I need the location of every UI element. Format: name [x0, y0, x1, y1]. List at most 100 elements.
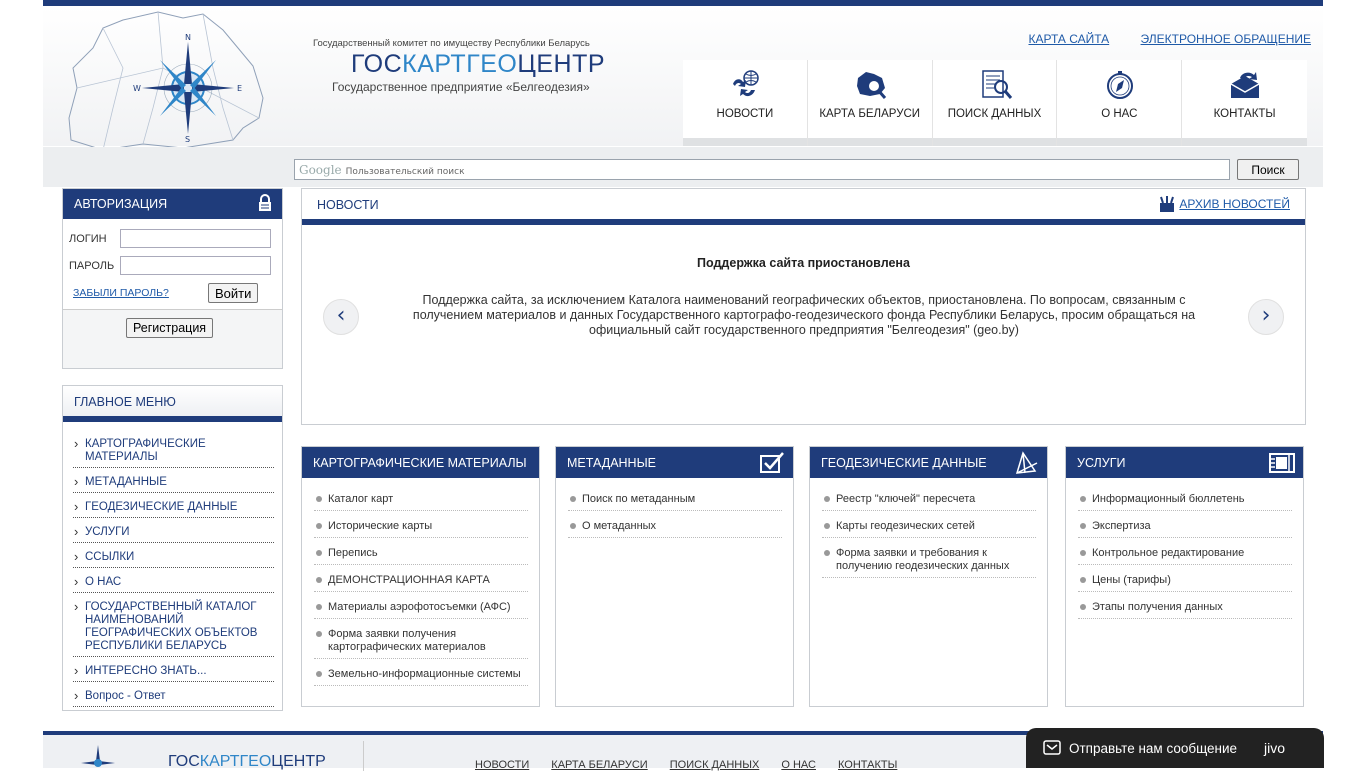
archive-icon: [1160, 196, 1174, 212]
auth-title: АВТОРИЗАЦИЯ: [74, 197, 168, 211]
nav-news[interactable]: НОВОСТИ: [683, 60, 808, 146]
card-link[interactable]: О метаданных: [568, 520, 782, 538]
belarus-map-icon: [856, 72, 886, 99]
login-button[interactable]: Войти: [208, 283, 259, 303]
menu-item[interactable]: ИНТЕРЕСНО ЗНАТЬ...: [73, 664, 274, 682]
card-header[interactable]: ГЕОДЕЗИЧЕСКИЕ ДАННЫЕ: [810, 447, 1047, 478]
card-link[interactable]: Исторические карты: [314, 520, 528, 538]
brand-part: КАРТГЕО: [199, 753, 272, 770]
card-link[interactable]: ДЕМОНСТРАЦИОННАЯ КАРТА: [314, 574, 528, 592]
site-brand[interactable]: ГОСКАРТГЕОЦЕНТР: [351, 50, 605, 79]
prev-news-button[interactable]: ‹: [323, 299, 359, 335]
card-link[interactable]: Этапы получения данных: [1078, 601, 1292, 619]
org-subtitle: Государственное предприятие «Белгеодезия…: [332, 80, 590, 94]
card-link[interactable]: Форма заявки получения картографических …: [314, 628, 528, 659]
menu-item[interactable]: ГОСУДАРСТВЕННЫЙ КАТАЛОГ НАИМЕНОВАНИЙ ГЕО…: [73, 600, 274, 657]
footer-nav-link[interactable]: КОНТАКТЫ: [838, 759, 897, 771]
password-field[interactable]: [120, 256, 271, 275]
footer-nav-link[interactable]: ПОИСК ДАННЫХ: [670, 759, 760, 771]
nav-about[interactable]: О НАС: [1057, 60, 1183, 146]
brand-part: ГОС: [168, 753, 200, 770]
geodesy-icon: [1015, 451, 1038, 474]
auth-header: АВТОРИЗАЦИЯ: [63, 189, 282, 219]
card-link[interactable]: Экспертиза: [1078, 520, 1292, 538]
card-header[interactable]: МЕТАДАННЫЕ: [556, 447, 793, 478]
card-title: ГЕОДЕЗИЧЕСКИЕ ДАННЫЕ: [821, 456, 987, 470]
jivo-logo: jivo: [1264, 740, 1286, 756]
forgot-password-link[interactable]: ЗАБЫЛИ ПАРОЛЬ?: [73, 287, 169, 299]
menu-item[interactable]: УСЛУГИ: [73, 525, 274, 543]
card-link[interactable]: Земельно-информационные системы: [314, 668, 528, 686]
compass-icon: [1107, 71, 1134, 99]
footer-nav-link[interactable]: КАРТА БЕЛАРУСИ: [551, 759, 647, 771]
brand-part: ЦЕНТР: [271, 753, 326, 770]
svg-text:S: S: [185, 135, 190, 144]
chat-widget-button[interactable]: Отправьте нам сообщение jivo: [1026, 728, 1324, 768]
card-link[interactable]: Цены (тарифы): [1078, 574, 1292, 592]
card-cartographic: КАРТОГРАФИЧЕСКИЕ МАТЕРИАЛЫ Каталог карт …: [301, 446, 540, 707]
data-search-icon: [981, 70, 1012, 99]
next-news-button[interactable]: ›: [1248, 299, 1284, 335]
nav-label: О НАС: [1101, 108, 1138, 120]
brand-part: ГОС: [351, 50, 403, 78]
news-header: НОВОСТИ АРХИВ НОВОСТЕЙ: [302, 189, 1305, 225]
brand-part: ЦЕНТР: [517, 50, 606, 78]
menu-item[interactable]: КАРТОГРАФИЧЕСКИЕ МАТЕРИАЛЫ: [73, 437, 274, 468]
card-link[interactable]: Информационный бюллетень: [1078, 493, 1292, 511]
card-link[interactable]: Карты геодезических сетей: [822, 520, 1036, 538]
menu-item[interactable]: МЕТАДАННЫЕ: [73, 475, 274, 493]
card-link[interactable]: Форма заявки и требования к получению ге…: [822, 547, 1036, 578]
brand-part: КАРТГЕО: [402, 50, 518, 78]
login-field[interactable]: [120, 229, 271, 248]
card-link[interactable]: Реестр "ключей" пересчета: [822, 493, 1036, 511]
search-input[interactable]: Google Пользовательский поиск: [294, 159, 1230, 180]
card-metadata: МЕТАДАННЫЕ Поиск по метаданным О метадан…: [555, 446, 794, 707]
card-link[interactable]: Перепись: [314, 547, 528, 565]
org-line: Государственный комитет по имуществу Рес…: [313, 38, 590, 49]
main-nav: НОВОСТИ КАРТА БЕЛАРУСИ ПОИСК ДАННЫХ О НА…: [683, 60, 1307, 146]
nav-contacts[interactable]: КОНТАКТЫ: [1182, 60, 1307, 146]
footer-brand[interactable]: ГОСКАРТГЕОЦЕНТР: [168, 753, 326, 771]
card-link[interactable]: Материалы аэрофотосъемки (АФС): [314, 601, 528, 619]
nav-data-search[interactable]: ПОИСК ДАННЫХ: [932, 60, 1058, 146]
footer-nav-link[interactable]: НОВОСТИ: [475, 759, 529, 771]
nav-underline: [1182, 138, 1307, 146]
sitemap-link[interactable]: КАРТА САЙТА: [1028, 32, 1109, 46]
card-services: УСЛУГИ Информационный бюллетень Эксперти…: [1065, 446, 1304, 707]
svg-text:W: W: [133, 84, 141, 93]
news-icon: [733, 70, 759, 97]
appeal-link[interactable]: ЭЛЕКТРОННОЕ ОБРАЩЕНИЕ: [1141, 32, 1311, 46]
nav-belarus-map[interactable]: КАРТА БЕЛАРУСИ: [807, 60, 933, 146]
card-list: Информационный бюллетень Экспертиза Конт…: [1078, 493, 1292, 628]
news-headline: Поддержка сайта приостановлена: [697, 256, 910, 270]
menu-item[interactable]: Вопрос - Ответ: [73, 689, 274, 707]
page: N S W E Государственный комитет по имуще…: [43, 0, 1323, 771]
card-header[interactable]: КАРТОГРАФИЧЕСКИЕ МАТЕРИАЛЫ: [302, 447, 539, 478]
chat-bubble-icon: [1043, 740, 1061, 755]
main-menu-panel: ГЛАВНОЕ МЕНЮ КАРТОГРАФИЧЕСКИЕ МАТЕРИАЛЫ …: [62, 385, 283, 711]
news-archive-link[interactable]: АРХИВ НОВОСТЕЙ: [1179, 197, 1290, 211]
register-button[interactable]: Регистрация: [126, 318, 214, 338]
menu-item[interactable]: ССЫЛКИ: [73, 550, 274, 568]
login-label: ЛОГИН: [69, 233, 107, 245]
card-title: УСЛУГИ: [1077, 456, 1126, 470]
main-menu-list: КАРТОГРАФИЧЕСКИЕ МАТЕРИАЛЫ МЕТАДАННЫЕ ГЕ…: [73, 437, 274, 715]
card-link[interactable]: Поиск по метаданным: [568, 493, 782, 511]
news-text: Поддержка сайта, за исключением Каталога…: [412, 293, 1196, 337]
card-geodesy: ГЕОДЕЗИЧЕСКИЕ ДАННЫЕ Реестр "ключей" пер…: [809, 446, 1048, 707]
footer-nav: НОВОСТИ КАРТА БЕЛАРУСИ ПОИСК ДАННЫХ О НА…: [475, 759, 916, 771]
footer-nav-link[interactable]: О НАС: [781, 759, 816, 771]
card-header[interactable]: УСЛУГИ: [1066, 447, 1303, 478]
footer-divider: [363, 741, 364, 771]
card-link[interactable]: Контрольное редактирование: [1078, 547, 1292, 565]
search-button[interactable]: Поиск: [1237, 159, 1299, 180]
svg-text:N: N: [185, 33, 191, 42]
nav-label: НОВОСТИ: [716, 108, 774, 120]
news-panel: НОВОСТИ АРХИВ НОВОСТЕЙ Поддержка сайта п…: [301, 188, 1306, 425]
card-link[interactable]: Каталог карт: [314, 493, 528, 511]
menu-item[interactable]: О НАС: [73, 575, 274, 593]
lock-icon: [259, 194, 271, 211]
menu-item[interactable]: ГЕОДЕЗИЧЕСКИЕ ДАННЫЕ: [73, 500, 274, 518]
nav-underline: [683, 138, 807, 146]
header: N S W E Государственный комитет по имуще…: [43, 6, 1323, 174]
